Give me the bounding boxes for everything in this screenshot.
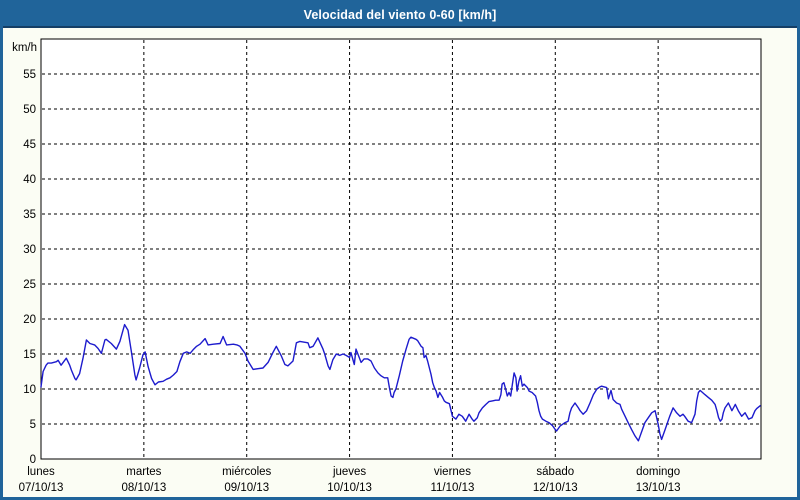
x-day-label: martes	[126, 466, 161, 478]
x-day-label: jueves	[332, 466, 366, 478]
x-date-label: 07/10/13	[19, 482, 64, 494]
x-day-label: viernes	[434, 466, 471, 478]
x-day-label: lunes	[27, 466, 55, 478]
x-date-label: 08/10/13	[121, 482, 166, 494]
y-tick-label: 0	[30, 454, 36, 466]
y-tick-label: 50	[23, 104, 36, 116]
x-date-label: 11/10/13	[430, 482, 474, 494]
y-tick-label: 30	[23, 244, 36, 256]
x-day-label: miércoles	[222, 466, 271, 478]
x-date-label: 13/10/13	[636, 482, 681, 494]
y-tick-label: 35	[23, 209, 36, 221]
wind-chart-window: Velocidad del viento 0-60 [km/h] 0 5 10 15 2…	[0, 0, 800, 500]
x-date-label: 12/10/13	[533, 482, 578, 494]
wind-speed-chart: 0 5 10 15 20 25 30 35 40 45 50 55 km/h lunes 07/10/13 m…	[3, 3, 797, 497]
x-day-label: domingo	[636, 466, 680, 478]
y-tick-label: 55	[23, 69, 36, 81]
chart-title: Velocidad del viento 0-60 [km/h]	[304, 8, 497, 22]
x-date-label: 09/10/13	[224, 482, 269, 494]
y-tick-label: 15	[23, 349, 36, 361]
chart-title-bar: Velocidad del viento 0-60 [km/h]	[3, 3, 797, 28]
y-tick-label: 40	[23, 174, 36, 186]
x-date-label: 10/10/13	[327, 482, 372, 494]
y-tick-label: 5	[30, 419, 36, 431]
y-axis-unit-label: km/h	[12, 42, 37, 54]
plot-area	[41, 39, 761, 459]
y-tick-label: 45	[23, 139, 36, 151]
y-tick-label: 20	[23, 314, 36, 326]
y-tick-label: 25	[23, 279, 36, 291]
x-day-label: sábado	[536, 466, 574, 478]
y-tick-label: 10	[23, 384, 36, 396]
